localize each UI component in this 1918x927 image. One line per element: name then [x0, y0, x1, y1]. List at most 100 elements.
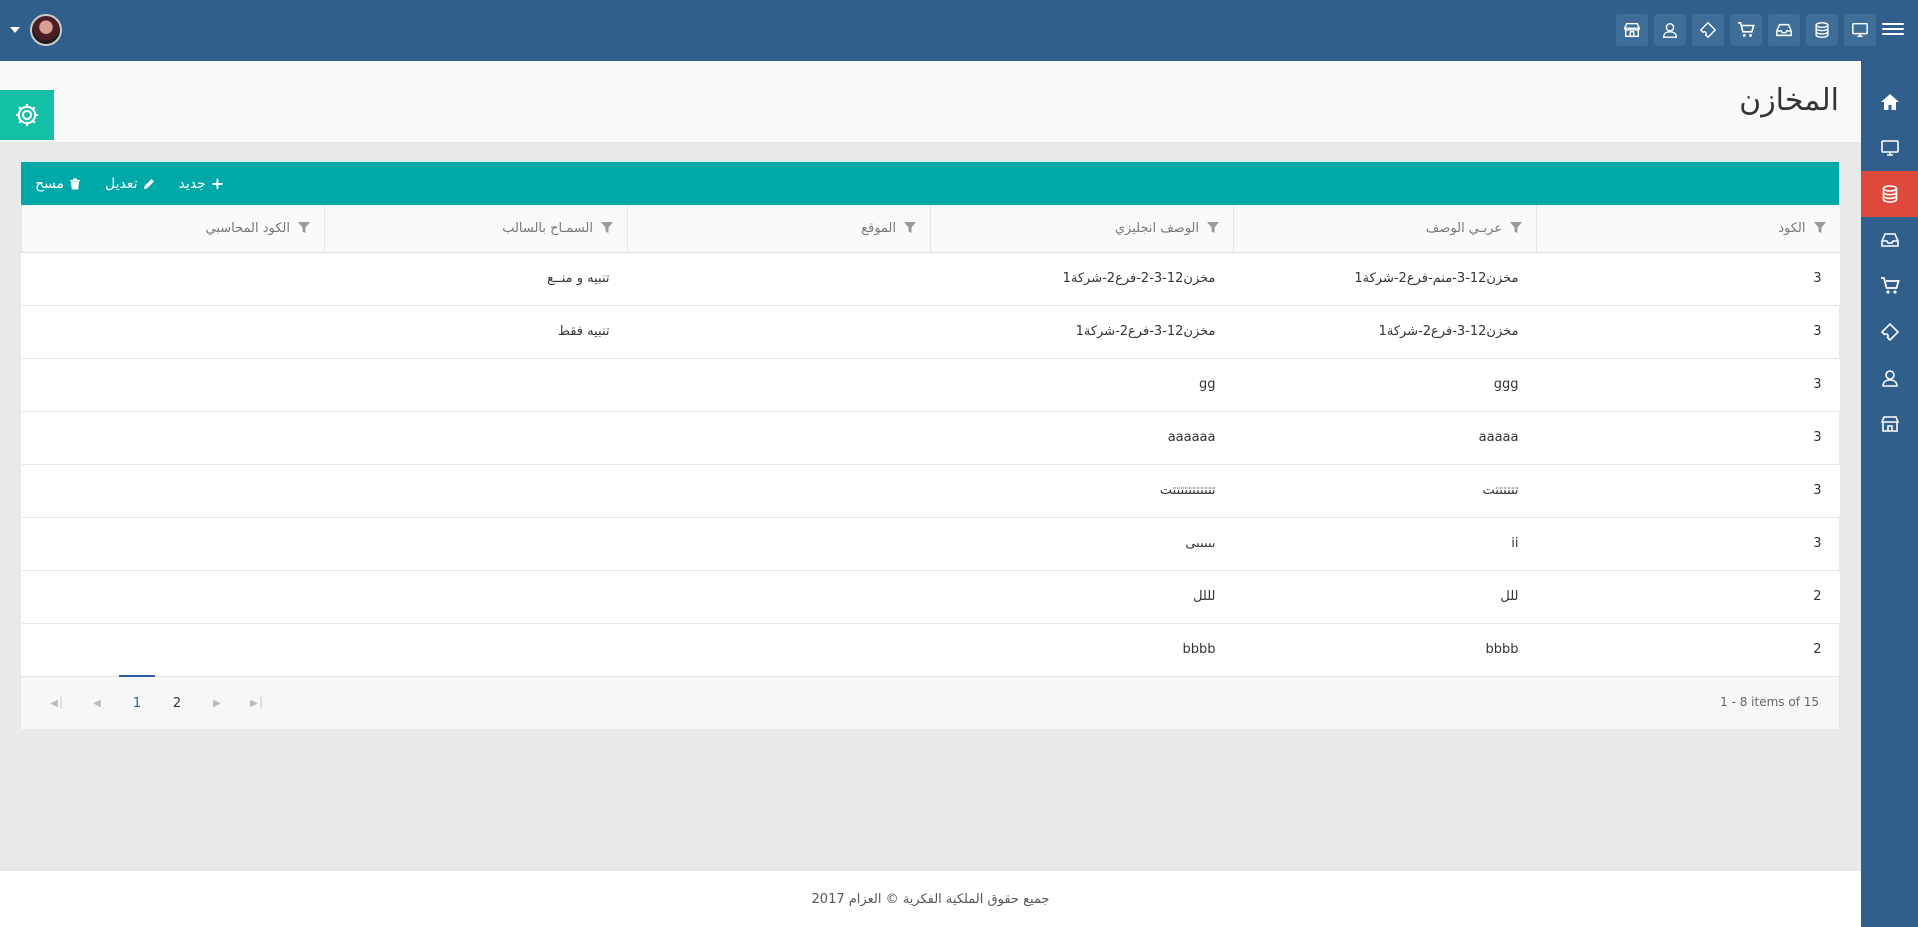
delete-button[interactable]: مسح [35, 176, 81, 192]
table-row[interactable]: 3 ii ىىىىىى [21, 517, 1840, 571]
sidebar-item-cart[interactable] [1861, 263, 1918, 309]
column-header[interactable]: الموقع [627, 205, 931, 253]
sidebar-item-database[interactable] [1861, 171, 1918, 217]
cell-allow-negative [324, 464, 628, 518]
hamburger-menu-icon[interactable] [1882, 20, 1904, 40]
cell-code: 2 [1536, 570, 1840, 624]
cell-account-code [21, 305, 325, 359]
cell-location [627, 411, 931, 465]
inbox-icon [1880, 233, 1899, 247]
avatar[interactable] [30, 14, 62, 46]
cell-location [627, 358, 931, 412]
page-button[interactable]: 1 [117, 675, 157, 711]
edit-label: تعديل [105, 175, 138, 192]
cell-allow-negative [324, 623, 628, 677]
column-header[interactable]: الوصف انجليزي [930, 205, 1234, 253]
column-header[interactable]: عربـي الوصف [1233, 205, 1537, 253]
cell-arabic-desc: bbbb [1233, 623, 1537, 677]
monitor-icon [1880, 140, 1899, 156]
cell-arabic-desc: للل [1233, 570, 1537, 624]
cell-allow-negative [324, 517, 628, 571]
cell-account-code [21, 358, 325, 412]
cell-account-code [21, 252, 325, 306]
user-icon[interactable] [1654, 14, 1686, 46]
sidebar-item-store[interactable] [1861, 401, 1918, 447]
cell-location [627, 252, 931, 306]
cell-english-desc: مخزن12-3-2-فرع2-شركة1 [930, 252, 1234, 306]
column-header[interactable]: السمـاح بالسالب [324, 205, 628, 253]
top-bar [0, 0, 1918, 61]
inbox-icon[interactable] [1768, 14, 1800, 46]
home-icon [1880, 94, 1899, 110]
database-icon[interactable] [1806, 14, 1838, 46]
chevron-down-icon[interactable] [10, 27, 20, 33]
cart-icon[interactable] [1730, 14, 1762, 46]
footer: جميع حقوق الملكية الفكرية © العزام 2017 [0, 871, 1861, 927]
cell-location [627, 464, 931, 518]
ticket-icon[interactable] [1692, 14, 1724, 46]
filter-icon [1813, 222, 1826, 234]
page-button[interactable]: 2 [157, 696, 197, 711]
plus-icon: + [210, 173, 225, 193]
table-header-row: الكود عربـي الوصف الوصف انجليزي الموقع ا… [21, 205, 1840, 253]
cell-location [627, 305, 931, 359]
first-page-icon[interactable]: ◀│ [37, 698, 77, 709]
cell-allow-negative [324, 411, 628, 465]
pencil-icon [143, 178, 154, 189]
page-title: المخازن [1739, 83, 1839, 118]
edit-button[interactable]: تعديل [105, 176, 155, 192]
sidebar-item-user[interactable] [1861, 355, 1918, 401]
cell-code: 2 [1536, 623, 1840, 677]
table-row[interactable]: 2 bbbb bbbb [21, 623, 1840, 677]
cell-arabic-desc: ggg [1233, 358, 1537, 412]
right-sidebar [1861, 61, 1918, 927]
cell-english-desc: ىىىىىى [930, 517, 1234, 571]
filter-icon [1510, 222, 1522, 234]
new-button[interactable]: جديد + [178, 173, 225, 193]
sidebar-item-home[interactable] [1861, 79, 1918, 125]
cell-english-desc: bbbb [930, 623, 1234, 677]
table-row[interactable]: 3 مخزن12-3-فرع2-شركة1 مخزن12-3-فرع2-شركة1 ت… [21, 305, 1840, 359]
cell-code: 3 [1536, 517, 1840, 571]
filter-icon [298, 222, 310, 234]
pager: ◀│ ◀ 1 2 ▶ ▶│ 1 - 8 items of 15 [21, 675, 1839, 730]
ticket-icon [1880, 322, 1899, 342]
data-table: الكود عربـي الوصف الوصف انجليزي الموقع ا… [21, 205, 1840, 677]
new-label: جديد [178, 175, 206, 192]
table-row[interactable]: 2 للل لللل [21, 570, 1840, 624]
cell-allow-negative: تنبيه و منــع [324, 252, 628, 306]
cart-icon [1880, 277, 1900, 294]
cell-english-desc: لللل [930, 570, 1234, 624]
cell-account-code [21, 623, 325, 677]
next-page-icon[interactable]: ▶ [197, 698, 237, 709]
cell-allow-negative [324, 358, 628, 412]
table-row[interactable]: 3 ggg gg [21, 358, 1840, 412]
cell-code: 3 [1536, 358, 1840, 412]
table-row[interactable]: 3 aaaaa aaaaaa [21, 411, 1840, 465]
delete-label: مسح [35, 175, 65, 192]
cell-allow-negative [324, 570, 628, 624]
store-icon[interactable] [1616, 14, 1648, 46]
cell-english-desc: مخزن12-3-فرع2-شركة1 [930, 305, 1234, 359]
column-header[interactable]: الكود [1536, 205, 1840, 253]
filter-icon [1207, 222, 1219, 234]
last-page-icon[interactable]: ▶│ [237, 698, 277, 709]
table-row[interactable]: 3 مخزن12-3-منم-فرع2-شركة1 مخزن12-3-2-فرع2-… [21, 252, 1840, 306]
cell-english-desc: gg [930, 358, 1234, 412]
column-header[interactable]: الكود المحاسبي [21, 205, 325, 253]
cell-location [627, 623, 931, 677]
pager-nav: ◀│ ◀ 1 2 ▶ ▶│ [37, 675, 277, 730]
top-icon-group [1616, 14, 1876, 46]
settings-button[interactable] [0, 90, 54, 140]
cell-code: 3 [1536, 411, 1840, 465]
sidebar-item-inbox[interactable] [1861, 217, 1918, 263]
cell-code: 3 [1536, 305, 1840, 359]
cell-arabic-desc: تتتتتتت [1233, 464, 1537, 518]
monitor-icon[interactable] [1844, 14, 1876, 46]
sidebar-item-monitor[interactable] [1861, 125, 1918, 171]
sidebar-item-ticket[interactable] [1861, 309, 1918, 355]
prev-page-icon[interactable]: ◀ [77, 698, 117, 709]
table-row[interactable]: 3 تتتتتتت تتتتتتتتتتتت [21, 464, 1840, 518]
user-menu[interactable] [10, 14, 62, 46]
cell-location [627, 570, 931, 624]
